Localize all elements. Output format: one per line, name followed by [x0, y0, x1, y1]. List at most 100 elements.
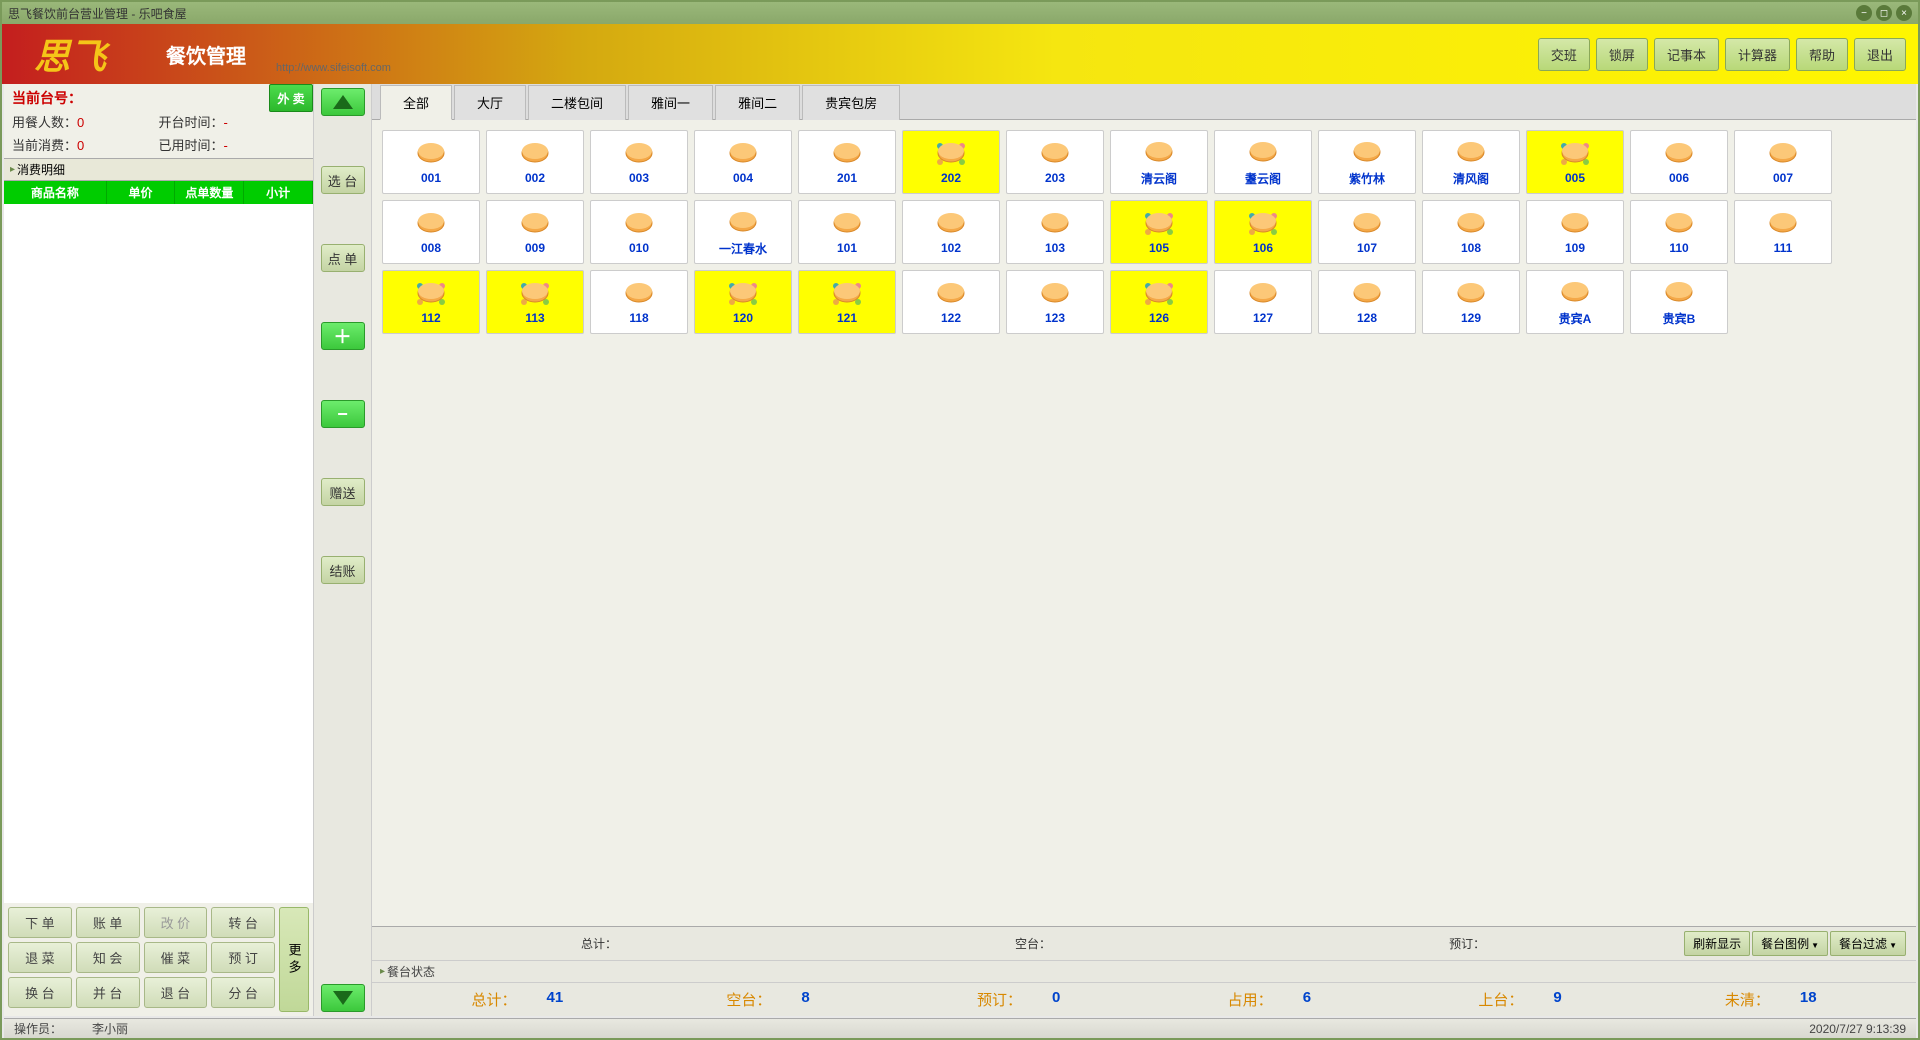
- header-button-1[interactable]: 锁屏: [1596, 38, 1648, 71]
- tab-1[interactable]: 大厅: [454, 85, 526, 120]
- area-tabs: 全部大厅二楼包间雅间一雅间二贵宾包房: [372, 84, 1916, 120]
- table-card[interactable]: 118: [590, 270, 688, 334]
- table-icon: [1555, 278, 1595, 308]
- select-table-button[interactable]: 选 台: [321, 166, 365, 194]
- table-card[interactable]: 105: [1110, 200, 1208, 264]
- table-icon: [1555, 209, 1595, 239]
- table-label: 105: [1149, 241, 1169, 255]
- table-card[interactable]: 126: [1110, 270, 1208, 334]
- table-card[interactable]: 203: [1006, 130, 1104, 194]
- table-icon: [619, 279, 659, 309]
- consume-list[interactable]: [4, 204, 313, 903]
- table-card[interactable]: 202: [902, 130, 1000, 194]
- legend-button[interactable]: 餐台图例▼: [1752, 931, 1828, 956]
- order-button[interactable]: 点 单: [321, 244, 365, 272]
- add-button[interactable]: ＋: [321, 322, 365, 350]
- table-card[interactable]: 101: [798, 200, 896, 264]
- table-card[interactable]: 107: [1318, 200, 1416, 264]
- header-button-5[interactable]: 退出: [1854, 38, 1906, 71]
- table-card[interactable]: 111: [1734, 200, 1832, 264]
- tab-5[interactable]: 贵宾包房: [802, 85, 900, 120]
- table-card[interactable]: 003: [590, 130, 688, 194]
- tab-4[interactable]: 雅间二: [715, 85, 800, 120]
- action-button[interactable]: 催 菜: [144, 942, 208, 973]
- table-label: 002: [525, 171, 545, 185]
- table-card[interactable]: 109: [1526, 200, 1624, 264]
- table-label: 110: [1669, 241, 1688, 255]
- table-card[interactable]: 106: [1214, 200, 1312, 264]
- action-button[interactable]: 换 台: [8, 977, 72, 1008]
- action-button[interactable]: 下 单: [8, 907, 72, 938]
- table-card[interactable]: 009: [486, 200, 584, 264]
- refresh-button[interactable]: 刷新显示: [1684, 931, 1750, 956]
- table-card[interactable]: 113: [486, 270, 584, 334]
- action-button[interactable]: 分 台: [211, 977, 275, 1008]
- tab-0[interactable]: 全部: [380, 85, 452, 120]
- table-card[interactable]: 103: [1006, 200, 1104, 264]
- consume-columns: 商品名称单价点单数量小计: [4, 181, 313, 204]
- action-button[interactable]: 改 价: [144, 907, 208, 938]
- table-card[interactable]: 201: [798, 130, 896, 194]
- table-label: 126: [1149, 311, 1169, 325]
- table-card[interactable]: 120: [694, 270, 792, 334]
- tab-2[interactable]: 二楼包间: [528, 85, 626, 120]
- minimize-button[interactable]: −: [1856, 5, 1872, 21]
- table-card[interactable]: 007: [1734, 130, 1832, 194]
- table-card[interactable]: 010: [590, 200, 688, 264]
- close-button[interactable]: ×: [1896, 5, 1912, 21]
- action-button[interactable]: 并 台: [76, 977, 140, 1008]
- scroll-down-button[interactable]: [321, 984, 365, 1012]
- table-card[interactable]: 004: [694, 130, 792, 194]
- table-card[interactable]: 110: [1630, 200, 1728, 264]
- checkout-button[interactable]: 结账: [321, 556, 365, 584]
- table-card[interactable]: 紫竹林: [1318, 130, 1416, 194]
- action-button[interactable]: 退 菜: [8, 942, 72, 973]
- guests-info: 用餐人数：0: [12, 112, 159, 131]
- table-card[interactable]: 108: [1422, 200, 1520, 264]
- more-button[interactable]: 更多: [279, 907, 309, 1012]
- table-card[interactable]: 008: [382, 200, 480, 264]
- filter-button[interactable]: 餐台过滤▼: [1830, 931, 1906, 956]
- table-card[interactable]: 005: [1526, 130, 1624, 194]
- table-card[interactable]: 127: [1214, 270, 1312, 334]
- action-button[interactable]: 预 订: [211, 942, 275, 973]
- table-card[interactable]: 128: [1318, 270, 1416, 334]
- maximize-button[interactable]: ◻: [1876, 5, 1892, 21]
- table-card[interactable]: 贵宾A: [1526, 270, 1624, 334]
- action-button[interactable]: 转 台: [211, 907, 275, 938]
- table-card[interactable]: 122: [902, 270, 1000, 334]
- takeout-button[interactable]: 外 卖: [269, 84, 313, 112]
- table-card[interactable]: 清云阁: [1110, 130, 1208, 194]
- remove-button[interactable]: −: [321, 400, 365, 428]
- app-header: 思飞 餐饮管理 http://www.sifeisoft.com 交班锁屏记事本…: [2, 24, 1918, 84]
- header-button-2[interactable]: 记事本: [1654, 38, 1719, 71]
- table-card[interactable]: 102: [902, 200, 1000, 264]
- action-button[interactable]: 账 单: [76, 907, 140, 938]
- header-button-3[interactable]: 计算器: [1725, 38, 1790, 71]
- table-icon: [1659, 139, 1699, 169]
- table-card[interactable]: 贵宾B: [1630, 270, 1728, 334]
- table-label: 102: [941, 241, 961, 255]
- table-card[interactable]: 001: [382, 130, 480, 194]
- action-button[interactable]: 退 台: [144, 977, 208, 1008]
- table-card[interactable]: 耋云阁: [1214, 130, 1312, 194]
- table-card[interactable]: 112: [382, 270, 480, 334]
- table-card[interactable]: 123: [1006, 270, 1104, 334]
- header-button-0[interactable]: 交班: [1538, 38, 1590, 71]
- header-button-4[interactable]: 帮助: [1796, 38, 1848, 71]
- table-icon: [619, 209, 659, 239]
- scroll-up-button[interactable]: [321, 88, 365, 116]
- table-card[interactable]: 清风阁: [1422, 130, 1520, 194]
- table-card[interactable]: 121: [798, 270, 896, 334]
- table-label: 106: [1253, 241, 1273, 255]
- table-card[interactable]: 006: [1630, 130, 1728, 194]
- table-card[interactable]: 002: [486, 130, 584, 194]
- table-card[interactable]: 129: [1422, 270, 1520, 334]
- table-card[interactable]: 一江春水: [694, 200, 792, 264]
- stat-item: 预订：0: [893, 989, 1144, 1010]
- gift-button[interactable]: 赠送: [321, 478, 365, 506]
- action-button[interactable]: 知 会: [76, 942, 140, 973]
- tab-3[interactable]: 雅间一: [628, 85, 713, 120]
- brand-url: http://www.sifeisoft.com: [276, 62, 391, 74]
- datetime: 2020/7/27 9:13:39: [1809, 1022, 1906, 1036]
